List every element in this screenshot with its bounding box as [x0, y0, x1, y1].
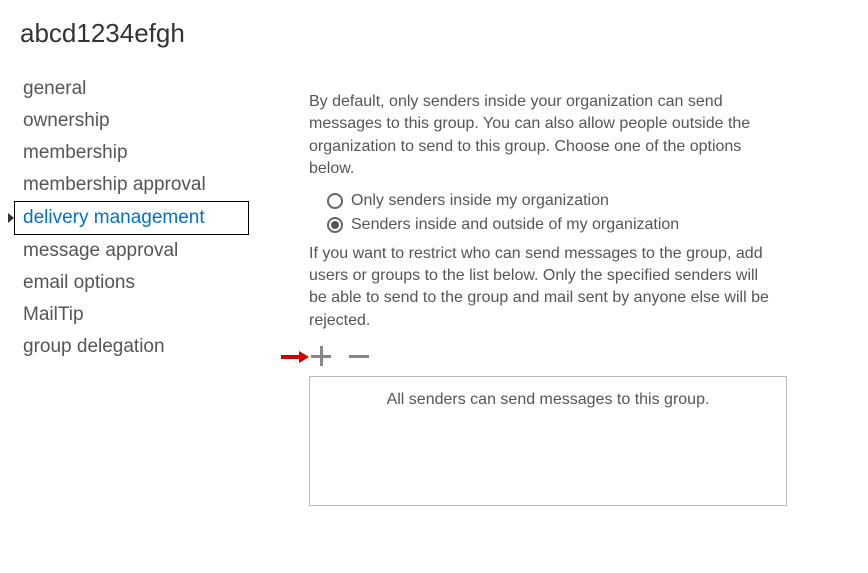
sidebar-item-label: delivery management	[23, 207, 205, 229]
sidebar-item-message-approval[interactable]: message approval	[14, 235, 249, 267]
sidebar-item-mailtip[interactable]: MailTip	[14, 299, 249, 331]
radio-icon	[327, 193, 343, 209]
sidebar-item-label: membership approval	[23, 174, 206, 196]
sidebar-item-label: email options	[23, 272, 135, 294]
content-panel: By default, only senders inside your org…	[249, 63, 809, 506]
radio-inside-and-outside[interactable]: Senders inside and outside of my organiz…	[309, 213, 779, 237]
page-title: abcd1234efgh	[0, 0, 868, 63]
senders-listbox[interactable]: All senders can send messages to this gr…	[309, 376, 787, 506]
minus-icon	[349, 346, 369, 366]
senders-toolbar	[309, 344, 779, 368]
sidebar: general ownership membership membership …	[14, 63, 249, 506]
sidebar-item-delivery-management[interactable]: delivery management	[14, 201, 249, 235]
sidebar-item-label: ownership	[23, 110, 110, 132]
main-container: general ownership membership membership …	[0, 63, 868, 506]
add-sender-button[interactable]	[309, 344, 333, 368]
sidebar-item-label: membership	[23, 142, 128, 164]
caret-right-icon	[8, 213, 14, 223]
annotation-arrow-icon	[281, 351, 309, 363]
restrict-text: If you want to restrict who can send mes…	[309, 243, 779, 333]
sidebar-item-general[interactable]: general	[14, 73, 249, 105]
radio-only-inside[interactable]: Only senders inside my organization	[309, 189, 779, 213]
sidebar-item-label: general	[23, 78, 86, 100]
radio-label: Only senders inside my organization	[351, 192, 609, 210]
sidebar-item-membership-approval[interactable]: membership approval	[14, 169, 249, 201]
sidebar-item-label: MailTip	[23, 304, 84, 326]
radio-selected-dot	[331, 221, 339, 229]
sidebar-item-email-options[interactable]: email options	[14, 267, 249, 299]
sidebar-item-ownership[interactable]: ownership	[14, 105, 249, 137]
intro-text: By default, only senders inside your org…	[309, 91, 779, 181]
remove-sender-button[interactable]	[347, 344, 371, 368]
sidebar-item-membership[interactable]: membership	[14, 137, 249, 169]
senders-placeholder-text: All senders can send messages to this gr…	[387, 391, 710, 408]
radio-label: Senders inside and outside of my organiz…	[351, 216, 679, 234]
radio-icon	[327, 217, 343, 233]
sidebar-item-group-delegation[interactable]: group delegation	[14, 331, 249, 363]
sidebar-item-label: message approval	[23, 240, 178, 262]
plus-icon	[311, 346, 331, 366]
sidebar-item-label: group delegation	[23, 336, 165, 358]
